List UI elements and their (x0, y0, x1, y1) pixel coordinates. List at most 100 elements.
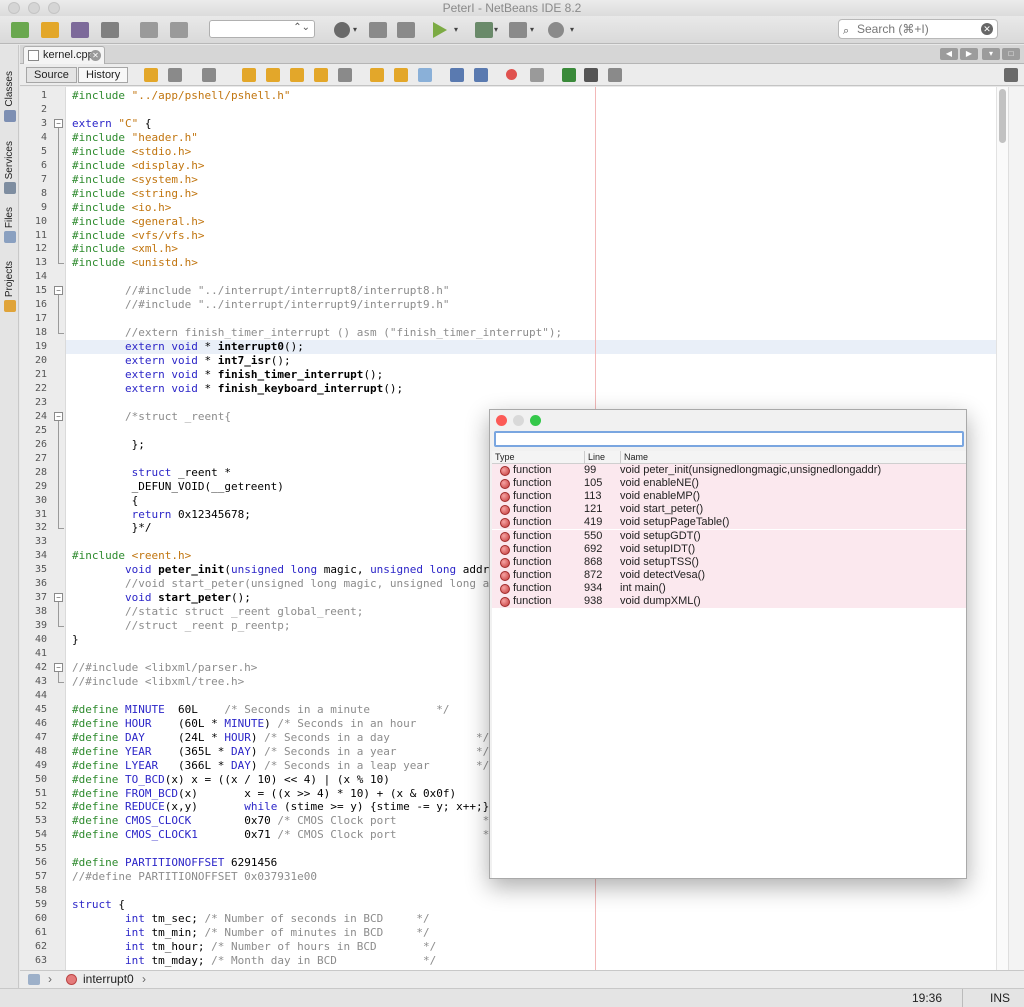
code-line[interactable]: { (72, 494, 139, 508)
close-tab-icon[interactable]: ✕ (90, 50, 101, 61)
code-line[interactable]: #define DAY (24L * HOUR) /* Seconds in a… (72, 731, 489, 745)
code-line[interactable]: #define MINUTE 60L /* Seconds in a minut… (72, 703, 450, 717)
split-editor-icon[interactable] (1004, 68, 1018, 82)
comment-icon[interactable] (562, 68, 576, 82)
code-line[interactable]: //#include <libxml/parser.h> (72, 661, 257, 675)
uncomment-icon[interactable] (584, 68, 598, 82)
code-line[interactable]: extern void * int7_isr(); (72, 354, 291, 368)
code-line[interactable]: struct _reent * (72, 466, 231, 480)
new-file-button[interactable] (8, 19, 32, 41)
save-all-button[interactable] (98, 19, 122, 41)
navigator-row[interactable]: function 692 void setupIDT() (492, 542, 966, 556)
column-line[interactable]: Line (584, 451, 605, 464)
last-edit-icon[interactable] (144, 68, 158, 82)
code-line[interactable]: //extern finish_timer_interrupt () asm (… (72, 326, 562, 340)
shift-left-icon[interactable] (450, 68, 464, 82)
maximize-editor-icon[interactable]: □ (1002, 48, 1020, 60)
sidebar-tab-classes[interactable]: Classes (1, 71, 18, 122)
globe-button[interactable] (330, 19, 354, 41)
configuration-select[interactable]: ⌃⌄ (209, 20, 315, 38)
code-line[interactable]: #define LYEAR (366L * DAY) /* Seconds in… (72, 759, 489, 773)
navigator-row[interactable]: function 550 void setupGDT() (492, 529, 966, 543)
popup-zoom-button[interactable] (530, 415, 541, 426)
source-mode-button[interactable]: Source (26, 67, 77, 83)
sidebar-tab-projects[interactable]: Projects (1, 261, 18, 313)
navigator-row[interactable]: function 105 void enableNE() (492, 477, 966, 491)
tab-list-icon[interactable]: ▾ (982, 48, 1000, 60)
profile-project-button[interactable] (506, 19, 530, 41)
code-line[interactable]: #define REDUCE(x,y) while (stime >= y) {… (72, 800, 489, 814)
toggle-highlight-icon[interactable] (314, 68, 328, 82)
code-line[interactable]: #include <system.h> (72, 173, 198, 187)
debug-project-button[interactable] (472, 19, 496, 41)
code-line[interactable]: #include "header.h" (72, 131, 198, 145)
clean-build-button[interactable] (394, 19, 418, 41)
build-dropdown-icon[interactable]: ▾ (454, 25, 458, 34)
code-line[interactable]: //#define PARTITIONOFFSET 0x037931e00 (72, 870, 317, 884)
code-line[interactable]: #include <string.h> (72, 187, 198, 201)
attach-button[interactable] (544, 19, 568, 41)
navigator-row[interactable]: function 872 void detectVesa() (492, 568, 966, 582)
editor-vertical-scrollbar[interactable] (996, 87, 1008, 970)
code-line[interactable]: #define PARTITIONOFFSET 6291456 (72, 856, 277, 870)
code-line[interactable]: /*struct _reent{ (72, 410, 231, 424)
forward-icon[interactable] (202, 68, 216, 82)
code-line[interactable]: #define HOUR (60L * MINUTE) /* Seconds i… (72, 717, 503, 731)
code-line[interactable]: #define FROM_BCD(x) x = ((x >> 4) * 10) … (72, 787, 456, 801)
navigator-row[interactable]: function 934 int main() (492, 581, 966, 595)
popup-close-button[interactable] (496, 415, 507, 426)
code-line[interactable]: //#include "../interrupt/interrupt9/inte… (72, 298, 450, 312)
code-line[interactable]: #include <display.h> (72, 159, 204, 173)
toggle-rect-select-icon[interactable] (338, 68, 352, 82)
navigator-filter-input[interactable] (494, 431, 964, 447)
code-line[interactable]: #define TO_BCD(x) x = ((x / 10) << 4) | … (72, 773, 390, 787)
code-line[interactable]: //#include "../interrupt/interrupt8/inte… (72, 284, 450, 298)
code-line[interactable]: extern void * finish_timer_interrupt(); (72, 368, 383, 382)
navigator-row[interactable]: function 121 void start_peter() (492, 503, 966, 517)
fold-toggle-icon[interactable]: − (54, 118, 63, 128)
file-scope-icon[interactable] (28, 974, 40, 985)
navigator-row[interactable]: function 868 void setupTSS() (492, 555, 966, 569)
navigator-row[interactable]: function 938 void dumpXML() (492, 595, 966, 608)
fold-toggle-icon[interactable]: − (54, 411, 63, 421)
code-line[interactable]: extern "C" { (72, 117, 152, 131)
scrollbar-thumb[interactable] (999, 89, 1006, 143)
code-line[interactable]: #include <unistd.h> (72, 256, 198, 270)
navigator-row[interactable]: function 113 void enableMP() (492, 490, 966, 504)
code-line[interactable]: #include <vfs/vfs.h> (72, 229, 204, 243)
redo-button[interactable] (167, 19, 191, 41)
find-next-icon[interactable] (290, 68, 304, 82)
code-line[interactable]: int tm_mday; /* Month day in BCD */ (72, 954, 436, 968)
open-project-button[interactable] (68, 19, 92, 41)
find-prev-icon[interactable] (266, 68, 280, 82)
sidebar-tab-services[interactable]: Services (1, 141, 18, 195)
zoom-window-button[interactable] (48, 2, 60, 14)
find-icon[interactable] (242, 68, 256, 82)
sidebar-tab-files[interactable]: Files (1, 207, 18, 244)
code-line[interactable]: #include <reent.h> (72, 549, 191, 563)
code-line[interactable]: #define CMOS_CLOCK1 0x71 /* CMOS Clock p… (72, 828, 496, 842)
run-project-button[interactable] (428, 19, 452, 41)
code-line[interactable]: }; (72, 438, 145, 452)
fold-toggle-icon[interactable]: − (54, 593, 63, 603)
shift-right-icon[interactable] (474, 68, 488, 82)
prev-bookmark-icon[interactable] (370, 68, 384, 82)
code-line[interactable]: #include "../app/pshell/pshell.h" (72, 89, 291, 103)
toggle-bookmark-icon[interactable] (418, 68, 432, 82)
fold-toggle-icon[interactable]: − (54, 286, 63, 296)
navigator-row[interactable]: function 99 void peter_init(unsignedlongma… (492, 464, 966, 477)
code-line[interactable]: //#include <libxml/tree.h> (72, 675, 244, 689)
code-line[interactable]: //static struct _reent global_reent; (72, 605, 363, 619)
minimize-window-button[interactable] (28, 2, 40, 14)
tab-kernel-cpp[interactable]: kernel.cpp ✕ (23, 46, 105, 64)
clear-search-icon[interactable]: ✕ (981, 23, 993, 35)
next-bookmark-icon[interactable] (394, 68, 408, 82)
code-line[interactable]: #include <io.h> (72, 201, 171, 215)
breadcrumb-function[interactable]: interrupt0 (83, 971, 134, 987)
build-button[interactable] (366, 19, 390, 41)
attach-dropdown-icon[interactable]: ▾ (570, 25, 574, 34)
code-line[interactable]: //struct _reent p_reentp; (72, 619, 291, 633)
start-macro-icon[interactable] (506, 69, 517, 80)
back-icon[interactable] (168, 68, 182, 82)
code-line[interactable]: void peter_init(unsigned long magic, uns… (72, 563, 503, 577)
